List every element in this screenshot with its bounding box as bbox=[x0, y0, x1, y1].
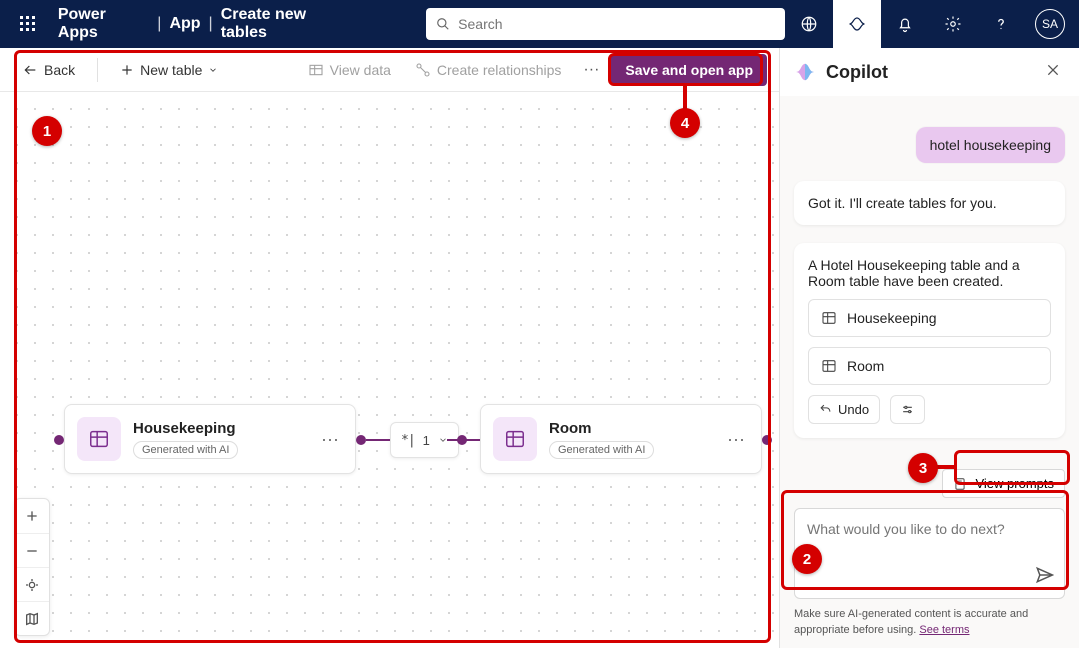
ai-disclaimer: Make sure AI-generated content is accura… bbox=[794, 607, 1065, 638]
canvas-controls bbox=[14, 498, 50, 636]
ai-badge: Generated with AI bbox=[549, 441, 654, 459]
table-title: Room bbox=[549, 420, 654, 437]
undo-button[interactable]: Undo bbox=[808, 395, 880, 424]
map-button[interactable] bbox=[15, 601, 49, 635]
crumb-app[interactable]: App bbox=[169, 15, 200, 33]
close-icon bbox=[1045, 62, 1061, 78]
relationship-icon bbox=[415, 62, 431, 78]
table-icon bbox=[821, 310, 837, 326]
environment-icon[interactable] bbox=[785, 0, 833, 48]
table-icon bbox=[308, 62, 324, 78]
newtable-label: New table bbox=[140, 62, 202, 78]
send-button[interactable] bbox=[1034, 565, 1054, 590]
copilot-title: Copilot bbox=[826, 62, 1031, 83]
copilot-table-button[interactable]: Room bbox=[808, 347, 1051, 385]
crumb-app-name[interactable]: Power Apps bbox=[58, 6, 149, 42]
table-icon bbox=[493, 417, 537, 461]
connector-dot bbox=[762, 435, 772, 445]
canvas-area: Back New table View data Create relation… bbox=[0, 48, 779, 648]
arrow-left-icon bbox=[22, 62, 38, 78]
copilot-message: A Hotel Housekeeping table and a Room ta… bbox=[794, 243, 1065, 438]
new-table-button[interactable]: New table bbox=[110, 56, 228, 84]
copilot-conversation[interactable]: hotel housekeeping Got it. I'll create t… bbox=[780, 96, 1079, 461]
view-prompts-button[interactable]: View prompts bbox=[942, 469, 1065, 498]
global-header: Power Apps | App | Create new tables SA bbox=[0, 0, 1079, 48]
copilot-table-label: Housekeeping bbox=[847, 310, 937, 326]
create-relationships-button: Create relationships bbox=[405, 56, 572, 84]
adjust-button[interactable] bbox=[890, 395, 925, 424]
copilot-message-text: A Hotel Housekeeping table and a Room ta… bbox=[808, 257, 1051, 289]
table-icon bbox=[77, 417, 121, 461]
createrel-label: Create relationships bbox=[437, 62, 562, 78]
search-icon bbox=[436, 17, 450, 31]
copilot-table-button[interactable]: Housekeeping bbox=[808, 299, 1051, 337]
table-card-more-button[interactable]: ··· bbox=[723, 425, 749, 454]
back-label: Back bbox=[44, 62, 75, 78]
copilot-logo-icon bbox=[794, 61, 816, 83]
plus-icon bbox=[120, 63, 134, 77]
copilot-input-box[interactable] bbox=[794, 508, 1065, 599]
table-card-housekeeping[interactable]: Housekeeping Generated with AI ··· bbox=[64, 404, 356, 474]
canvas-toolbar: Back New table View data Create relation… bbox=[0, 48, 779, 92]
connector-line bbox=[447, 439, 480, 441]
ai-badge: Generated with AI bbox=[133, 441, 238, 459]
undo-label: Undo bbox=[838, 402, 869, 417]
copilot-message: Got it. I'll create tables for you. bbox=[794, 181, 1065, 225]
back-button[interactable]: Back bbox=[12, 56, 85, 84]
chevron-down-icon bbox=[208, 65, 218, 75]
sliders-icon bbox=[901, 403, 914, 416]
send-icon bbox=[1034, 565, 1054, 585]
copilot-header: Copilot bbox=[780, 48, 1079, 96]
copilot-footer: View prompts Make sure AI-generated cont… bbox=[780, 461, 1079, 648]
save-and-open-button[interactable]: Save and open app bbox=[611, 54, 767, 86]
search-input[interactable] bbox=[458, 16, 775, 32]
settings-icon[interactable] bbox=[929, 0, 977, 48]
many-to-one-icon: *| bbox=[401, 433, 415, 448]
relationship-count: 1 bbox=[423, 433, 430, 448]
view-data-button: View data bbox=[298, 56, 401, 84]
view-prompts-label: View prompts bbox=[975, 476, 1054, 491]
crumb-create-tables[interactable]: Create new tables bbox=[221, 6, 356, 42]
table-icon bbox=[821, 358, 837, 374]
copilot-toggle-icon[interactable] bbox=[833, 0, 881, 48]
zoom-out-button[interactable] bbox=[15, 533, 49, 567]
connector-dot bbox=[54, 435, 64, 445]
breadcrumb: Power Apps | App | Create new tables bbox=[58, 6, 356, 42]
app-launcher-icon[interactable] bbox=[4, 0, 52, 48]
viewdata-label: View data bbox=[330, 62, 391, 78]
help-icon[interactable] bbox=[977, 0, 1025, 48]
connector-line bbox=[366, 439, 390, 441]
zoom-in-button[interactable] bbox=[15, 499, 49, 533]
undo-icon bbox=[819, 403, 832, 416]
book-icon bbox=[953, 477, 967, 491]
avatar[interactable]: SA bbox=[1035, 9, 1065, 39]
toolbar-more-button[interactable]: ··· bbox=[575, 55, 607, 85]
copilot-input[interactable] bbox=[807, 521, 1022, 581]
search-box[interactable] bbox=[426, 8, 785, 40]
erd-canvas[interactable]: Housekeeping Generated with AI ··· Room … bbox=[0, 92, 779, 648]
notifications-icon[interactable] bbox=[881, 0, 929, 48]
table-card-more-button[interactable]: ··· bbox=[317, 425, 343, 454]
connector-dot bbox=[356, 435, 366, 445]
table-title: Housekeeping bbox=[133, 420, 238, 437]
copilot-table-label: Room bbox=[847, 358, 884, 374]
copilot-panel: Copilot hotel housekeeping Got it. I'll … bbox=[779, 48, 1079, 648]
see-terms-link[interactable]: See terms bbox=[919, 624, 969, 636]
copilot-close-button[interactable] bbox=[1041, 58, 1065, 87]
fit-button[interactable] bbox=[15, 567, 49, 601]
table-card-room[interactable]: Room Generated with AI ··· bbox=[480, 404, 762, 474]
header-icons: SA bbox=[785, 0, 1075, 48]
user-message: hotel housekeeping bbox=[916, 127, 1065, 163]
